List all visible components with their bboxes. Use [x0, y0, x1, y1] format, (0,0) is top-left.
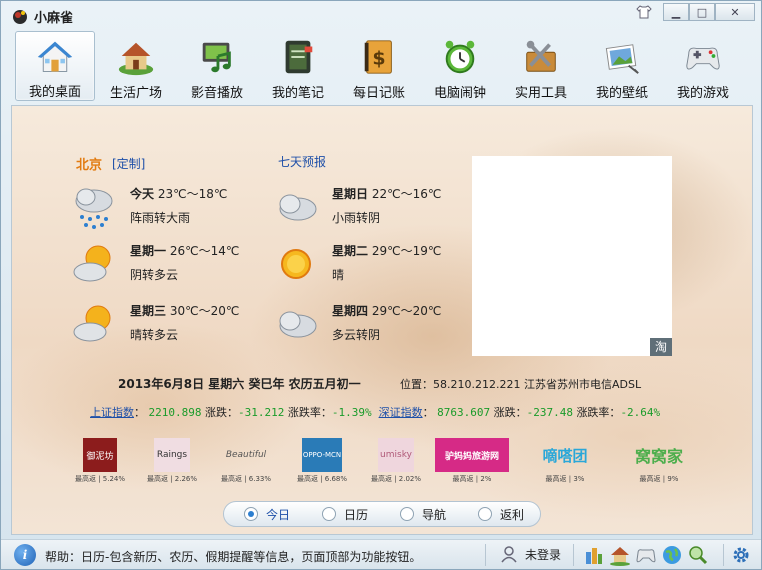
ad-banner[interactable]: 淘: [472, 156, 672, 356]
minimize-button[interactable]: ▁: [663, 3, 689, 21]
status-bar: i 帮助：日历-包含新历、农历、假期提醒等信息，页面顶部为功能按钮。 未登录: [1, 539, 761, 569]
brand-oppo-mcn[interactable]: OPPO-MCN 最高返 | 6.68%: [294, 438, 350, 484]
radio-selected-icon: [244, 507, 258, 521]
title-bar[interactable]: 小麻雀 ▁ □ ✕: [1, 1, 761, 29]
shenzhen-index-link[interactable]: 深证指数: [379, 406, 423, 419]
toolbar-item-games[interactable]: 我的游戏: [663, 31, 743, 101]
toolbar-item-desktop[interactable]: 我的桌面: [15, 31, 95, 101]
cloud-icon: [279, 311, 317, 338]
app-title: 小麻雀: [34, 11, 74, 26]
login-button[interactable]: 未登录: [499, 544, 561, 564]
toolbar-item-notes[interactable]: 我的笔记: [258, 31, 338, 101]
toolbar-item-life-square[interactable]: 生活广场: [96, 31, 176, 101]
toolbar-item-accounting[interactable]: $ 每日记账: [339, 31, 419, 101]
help-text: 帮助：日历-包含新历、农历、假期提醒等信息，页面顶部为功能按钮。: [45, 550, 422, 564]
weather-day-tuesday: 星期二 29℃～19℃ 晴: [272, 240, 472, 290]
sun-icon: [281, 249, 311, 279]
skin-shirt-icon[interactable]: [631, 3, 657, 21]
view-tabs: 今日 日历 导航 返利: [223, 501, 541, 527]
sparrow-logo-icon: [13, 10, 27, 24]
tab-rebate[interactable]: 返利: [458, 506, 536, 523]
globe-icon[interactable]: [661, 544, 683, 566]
brand-lvmama[interactable]: 驴妈妈旅游网 最高返 | 2%: [434, 438, 510, 484]
sun-cloud-icon: [73, 245, 111, 282]
gear-icon[interactable]: [731, 545, 751, 565]
minimize-icon: ▁: [671, 5, 681, 19]
main-toolbar: 我的桌面 生活广场 影音播放 我的笔记 $ 每日记账 电脑闹钟 实用工具 我的壁…: [15, 31, 745, 101]
brand-raings[interactable]: Raings 最高返 | 2.26%: [144, 438, 200, 484]
weather-day-wednesday: 星期三 30℃～20℃ 晴转多云: [70, 300, 270, 350]
radio-icon: [478, 507, 492, 521]
sun-cloud-icon: [73, 305, 111, 342]
radio-icon: [322, 507, 336, 521]
desktop-panel: 北京 [定制] 七天预报 今天 23℃～18℃ 阵雨转大雨 星期日 22℃～16…: [11, 105, 753, 535]
stock-ticker: 上证指数： 2210.898 涨跌：-31.212 涨跌率：-1.39% 深证指…: [90, 406, 661, 419]
cottage-icon: [118, 42, 154, 76]
brand-wowojia[interactable]: 窝窝家 最高返 | 9%: [624, 438, 694, 484]
toolbar-item-media[interactable]: 影音播放: [177, 31, 257, 101]
wallpaper-icon: [605, 44, 639, 74]
ip-location: 位置：58.210.212.221 江苏省苏州市电信ADSL: [400, 378, 642, 391]
city-icon[interactable]: [583, 544, 605, 566]
gamepad-icon: [686, 47, 720, 70]
divider: [485, 544, 486, 566]
taobao-badge: 淘: [650, 338, 672, 356]
brand-umisky[interactable]: umisky 最高返 | 2.02%: [368, 438, 424, 484]
tab-today[interactable]: 今日: [224, 506, 302, 523]
notebook-icon: [285, 40, 313, 74]
tab-calendar[interactable]: 日历: [302, 506, 380, 523]
divider: [573, 544, 574, 566]
weather-day-today: 今天 23℃～18℃ 阵雨转大雨: [70, 183, 270, 233]
quick-launch-tray: [583, 544, 709, 566]
film-music-icon: [202, 42, 231, 73]
brand-beautiful[interactable]: Beautiful 最高返 | 6.33%: [218, 438, 274, 484]
svg-text:$: $: [372, 48, 385, 70]
ledger-dollar-icon: $: [364, 40, 392, 74]
weather-day-thursday: 星期四 29℃～20℃ 多云转阴: [272, 300, 472, 350]
radio-icon: [400, 507, 414, 521]
house-icon: [37, 41, 73, 72]
weather-city: 北京: [76, 158, 103, 173]
rain-cloud-icon: [75, 188, 113, 229]
toolbar-item-tools[interactable]: 实用工具: [501, 31, 581, 101]
window-controls: ▁ □ ✕: [631, 3, 755, 21]
maximize-button[interactable]: □: [689, 3, 715, 21]
seven-day-forecast-link[interactable]: 七天预报: [278, 153, 326, 170]
close-icon: ✕: [730, 5, 740, 19]
weather-day-monday: 星期一 26℃～14℃ 阴转多云: [70, 240, 270, 290]
brand-didatuan[interactable]: 嘀嗒团 最高返 | 3%: [530, 438, 600, 484]
toolbar-item-alarm[interactable]: 电脑闹钟: [420, 31, 500, 101]
user-icon: [501, 546, 517, 563]
gamepad-icon[interactable]: [635, 544, 657, 566]
rebate-brands: 御泥坊 最高返 | 5.24% Raings 最高返 | 2.26% Beaut…: [72, 438, 692, 490]
divider: [723, 544, 724, 566]
cottage-icon[interactable]: [609, 544, 631, 566]
search-icon[interactable]: [687, 544, 709, 566]
shanghai-index-link[interactable]: 上证指数: [90, 406, 134, 419]
toolbox-icon: [526, 40, 556, 72]
close-button[interactable]: ✕: [715, 3, 755, 21]
tab-navigation[interactable]: 导航: [380, 506, 458, 523]
toolbar-item-wallpaper[interactable]: 我的壁纸: [582, 31, 662, 101]
date-line: 2013年6月8日 星期六 癸巳年 农历五月初一: [118, 377, 361, 391]
weather-day-sunday: 星期日 22℃～16℃ 小雨转阴: [272, 183, 472, 233]
customize-city-link[interactable]: [定制]: [112, 155, 145, 172]
cloud-icon: [279, 194, 317, 221]
app-window: 小麻雀 ▁ □ ✕ 我的桌面 生活广场 影音播放 我的笔记 $ 每日记账 电脑闹…: [0, 0, 762, 570]
alarm-clock-icon: [445, 40, 475, 74]
info-icon: i: [14, 544, 36, 566]
brand-yunifang[interactable]: 御泥坊 最高返 | 5.24%: [72, 438, 128, 484]
maximize-icon: □: [696, 5, 708, 19]
